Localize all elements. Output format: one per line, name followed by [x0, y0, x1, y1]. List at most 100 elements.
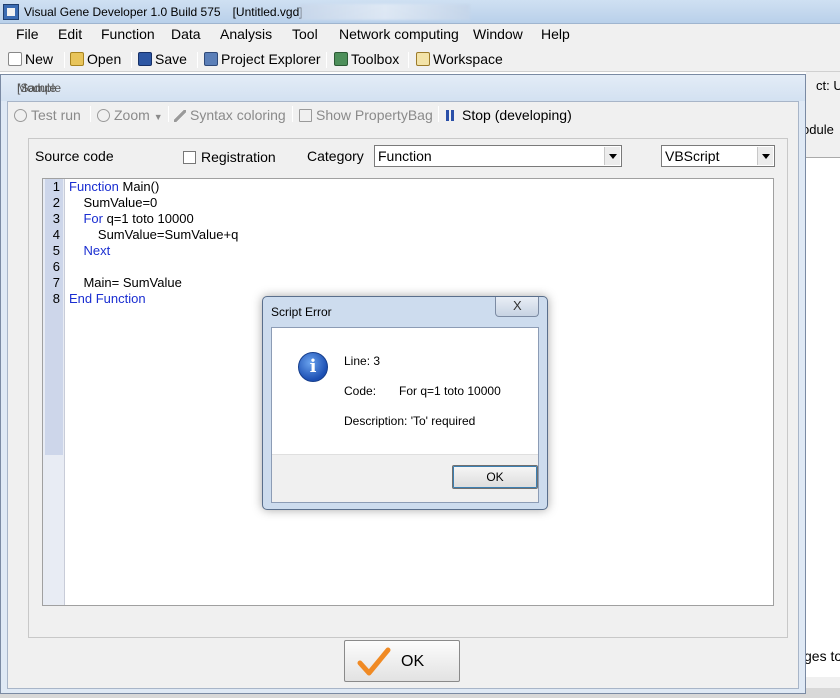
information-icon: i — [298, 352, 328, 382]
code-line: For q=1 toto 10000 — [69, 211, 194, 227]
chevron-down-icon[interactable] — [757, 147, 773, 165]
project-explorer-button[interactable]: Project Explorer — [204, 50, 321, 68]
dialog-close-button[interactable]: X — [495, 297, 539, 317]
toolbar-separator — [326, 52, 327, 68]
module-ok-button[interactable]: OK — [344, 640, 460, 682]
line-number: 4 — [52, 227, 60, 242]
toolbar-separator — [292, 106, 293, 122]
toolbar-separator — [64, 52, 65, 68]
language-select[interactable]: VBScript — [661, 145, 775, 167]
code-keyword: Next — [69, 243, 111, 258]
app-icon — [3, 4, 19, 20]
stop-developing-label: Stop (developing) — [462, 107, 572, 123]
play-icon — [14, 109, 27, 122]
toolbar-separator — [438, 106, 439, 122]
category-select[interactable]: Function — [374, 145, 622, 167]
syntax-coloring-label: Syntax coloring — [190, 107, 286, 123]
magnifier-icon — [97, 109, 110, 122]
blurred-window-tab — [300, 4, 470, 20]
code-line: End Function — [69, 291, 146, 307]
new-file-icon — [8, 52, 22, 66]
app-title-text: Visual Gene Developer 1.0 Build 575 — [24, 5, 221, 19]
project-explorer-icon — [204, 52, 218, 66]
code-text: SumValue=SumValue+q — [69, 227, 239, 242]
menubar: File Edit Function Data Analysis Tool Ne… — [0, 24, 840, 46]
menu-window[interactable]: Window — [473, 26, 523, 42]
save-button[interactable]: Save — [138, 50, 187, 68]
code-text: q=1 toto 10000 — [102, 211, 194, 226]
category-value: Function — [378, 148, 432, 164]
menu-data[interactable]: Data — [171, 26, 201, 42]
test-run-button[interactable]: Test run — [14, 106, 81, 124]
checkmark-icon — [357, 647, 391, 676]
workspace-button[interactable]: Workspace — [416, 50, 503, 68]
error-description: Description: 'To' required — [344, 414, 476, 428]
show-propertybag-button[interactable]: Show PropertyBag — [299, 106, 433, 124]
test-run-label: Test run — [31, 107, 81, 123]
module-editor-titlebar[interactable]: Module Editor [Sample Script.vgs : VBscr… — [1, 75, 805, 173]
toolbar-separator — [408, 52, 409, 68]
code-line: SumValue=SumValue+q — [69, 227, 238, 243]
error-line: Line: 3 — [344, 354, 381, 368]
code-line: Function Main() — [69, 179, 159, 195]
menu-analysis[interactable]: Analysis — [220, 26, 272, 42]
zoom-dropdown[interactable]: Zoom ▼ — [97, 106, 163, 124]
close-icon: X — [513, 298, 522, 313]
chevron-down-icon[interactable] — [604, 147, 620, 165]
registration-label: Registration — [201, 149, 276, 165]
line-number: 5 — [52, 243, 60, 258]
line-number: 7 — [52, 275, 60, 290]
toolbox-label: Toolbox — [351, 51, 400, 67]
floppy-disk-icon — [138, 52, 152, 66]
main-toolbar: New Open Save Project Explorer Toolbox W… — [0, 46, 840, 72]
line-number: 8 — [52, 291, 60, 306]
module-editor-title: Module Editor [Sample Script.vgs : VBscr… — [9, 75, 70, 173]
menu-edit[interactable]: Edit — [58, 26, 82, 42]
code-text: SumValue=0 — [69, 195, 158, 210]
dialog-ok-button[interactable]: OK — [452, 465, 538, 489]
source-code-label: Source code — [35, 148, 114, 164]
open-button[interactable]: Open — [70, 50, 121, 68]
code-line: Main= SumValue — [69, 275, 181, 291]
menu-file[interactable]: File — [16, 26, 39, 42]
error-code-label: Code: — [344, 384, 377, 398]
stop-developing-button[interactable]: Stop (developing) — [446, 106, 572, 124]
show-propertybag-label: Show PropertyBag — [316, 107, 433, 123]
toolbar-separator — [197, 52, 198, 68]
line-number: 6 — [52, 259, 60, 274]
module-ok-label: OK — [401, 653, 425, 670]
language-value: VBScript — [665, 148, 720, 164]
code-keyword: End Function — [69, 291, 146, 306]
menu-function[interactable]: Function — [101, 26, 155, 42]
registration-checkbox[interactable] — [183, 151, 196, 164]
script-error-dialog: Script Error X i Line: 3 Code: For q=1 t… — [262, 296, 548, 510]
workspace-label: Workspace — [433, 51, 503, 67]
app-titlebar: Visual Gene Developer 1.0 Build 575 [Unti… — [0, 0, 840, 24]
code-line: SumValue=0 — [69, 195, 157, 211]
folder-icon — [70, 52, 84, 66]
background-panel — [806, 157, 840, 677]
new-button[interactable]: New — [8, 50, 53, 68]
code-keyword: Function — [69, 179, 119, 194]
dialog-footer: OK — [272, 454, 538, 502]
toolbar-separator — [168, 106, 169, 122]
toolbox-button[interactable]: Toolbox — [334, 50, 399, 68]
zoom-label: Zoom — [114, 107, 150, 123]
background-text-top: ct: Un — [816, 78, 840, 93]
menu-network-computing[interactable]: Network computing — [339, 26, 459, 42]
project-explorer-label: Project Explorer — [221, 51, 321, 67]
background-window: ct: Un odule ges to — [802, 72, 840, 698]
error-code-value: For q=1 toto 10000 — [399, 384, 501, 398]
menu-help[interactable]: Help — [541, 26, 570, 42]
line-number-gutter: 1 2 3 4 5 6 7 8 — [43, 179, 65, 605]
toolbox-icon — [334, 52, 348, 66]
save-label: Save — [155, 51, 187, 67]
category-label: Category — [307, 148, 364, 164]
code-line: Next — [69, 243, 110, 259]
propertybag-icon — [299, 109, 312, 122]
app-title: Visual Gene Developer 1.0 Build 575 [Unti… — [24, 0, 303, 24]
menu-tool[interactable]: Tool — [292, 26, 318, 42]
workspace-pencil-icon — [416, 52, 430, 66]
open-label: Open — [87, 51, 122, 67]
syntax-coloring-button[interactable]: Syntax coloring — [174, 106, 286, 124]
